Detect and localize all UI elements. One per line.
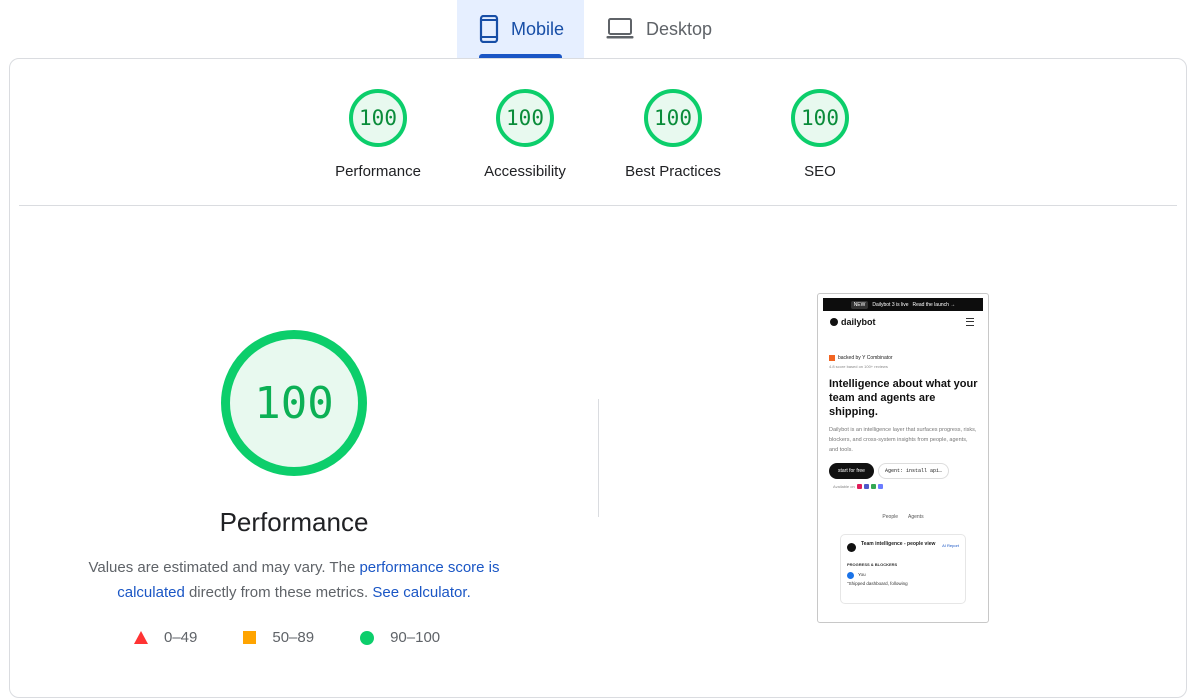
toggle-people: People: [882, 514, 898, 520]
ycombinator-icon: [829, 355, 835, 361]
toggle-agents: Agents: [908, 514, 924, 520]
slack-icon: [856, 484, 862, 489]
new-badge: NEW: [850, 300, 869, 309]
tab-mobile-label: Mobile: [511, 18, 565, 39]
start-button: start for free: [829, 463, 874, 479]
fail-triangle-icon: [134, 631, 148, 644]
announcement-text: Dailybot 3 is live: [872, 301, 909, 308]
legend-average: 50–89: [243, 629, 314, 646]
desc-text: directly from these metrics.: [184, 584, 373, 601]
desc-text: Values are estimated and may vary. The: [88, 559, 360, 576]
gauge-score: 100: [644, 89, 702, 147]
legend-pass: 90–100: [360, 629, 440, 646]
tab-desktop-label: Desktop: [646, 18, 713, 39]
site-header: dailybot: [830, 317, 974, 327]
logo-mark-icon: [830, 318, 838, 326]
teams-icon: [863, 484, 869, 489]
section-divider: [19, 205, 1177, 206]
see-calculator-link[interactable]: See calculator.: [372, 584, 470, 601]
gauge-accessibility[interactable]: 100 Accessibility: [445, 89, 605, 180]
view-toggle: People Agents: [818, 514, 988, 520]
hamburger-menu-icon: [966, 318, 974, 326]
cta-row: start for free Agent: install api…: [829, 463, 988, 479]
team-panel: Team intelligence - people view AI Repor…: [840, 534, 966, 604]
vertical-divider: [598, 399, 599, 517]
gauge-score: 100: [349, 89, 407, 147]
hero-subtext: Dailybot is an intelligence layer that s…: [829, 427, 977, 453]
report-card: 100 Performance 100 Accessibility 100 Be…: [9, 58, 1187, 698]
panel-section: PROGRESS & BLOCKERS: [847, 562, 898, 567]
tab-desktop[interactable]: Desktop: [584, 0, 732, 58]
announcement-link: Read the launch →: [912, 301, 956, 308]
backed-badge: backed by Y Combinator: [829, 355, 988, 361]
score-legend: 0–49 50–89 90–100: [134, 629, 486, 646]
performance-score-gauge: 100: [221, 330, 367, 476]
final-screenshot[interactable]: NEW Dailybot 3 is live Read the launch →…: [817, 293, 989, 623]
gauge-label: Best Practices: [625, 163, 721, 180]
legend-range: 0–49: [164, 629, 198, 646]
smartphone-icon: [479, 15, 499, 43]
gauge-label: Accessibility: [484, 163, 566, 180]
panel-quote: "Shipped dashboard, following: [847, 581, 908, 586]
legend-fail: 0–49: [134, 629, 197, 646]
panel-user: You: [858, 572, 866, 577]
average-square-icon: [243, 631, 257, 644]
gauge-performance[interactable]: 100 Performance: [298, 89, 458, 180]
performance-description: Values are estimated and may vary. The p…: [54, 555, 534, 605]
panel-report: AI Report: [942, 543, 959, 548]
gauge-score: 100: [496, 89, 554, 147]
gauge-best-practices[interactable]: 100 Best Practices: [593, 89, 753, 180]
available-text: Available on: [833, 484, 855, 489]
legend-range: 50–89: [272, 629, 315, 646]
rating-text: 4.8 score based on 100+ reviews: [829, 364, 888, 369]
tab-mobile[interactable]: Mobile: [457, 0, 585, 58]
dailybot-avatar-icon: [847, 543, 856, 552]
discord-icon: [877, 484, 883, 489]
panel-title: Team intelligence - people view: [861, 541, 936, 547]
backed-text: backed by Y Combinator: [838, 355, 893, 361]
performance-title: Performance: [219, 507, 369, 537]
dailybot-logo: dailybot: [830, 317, 876, 327]
device-tabs: Mobile Desktop: [457, 0, 732, 58]
user-avatar: [847, 572, 854, 579]
gauge-score: 100: [791, 89, 849, 147]
chat-icon: [870, 484, 876, 489]
gauge-seo[interactable]: 100 SEO: [740, 89, 900, 180]
laptop-icon: [606, 18, 634, 40]
legend-range: 90–100: [390, 629, 441, 646]
brand-name: dailybot: [841, 317, 876, 327]
pass-circle-icon: [360, 630, 375, 645]
agent-command: Agent: install api…: [877, 463, 949, 479]
available-on: Available on: [833, 484, 988, 489]
gauge-label: SEO: [804, 163, 836, 180]
gauge-label: Performance: [335, 163, 421, 180]
announcement-bar: NEW Dailybot 3 is live Read the launch →: [823, 298, 983, 311]
category-gauges: 100 Performance 100 Accessibility 100 Be…: [10, 89, 1186, 189]
hero-headline: Intelligence about what your team and ag…: [829, 378, 978, 418]
